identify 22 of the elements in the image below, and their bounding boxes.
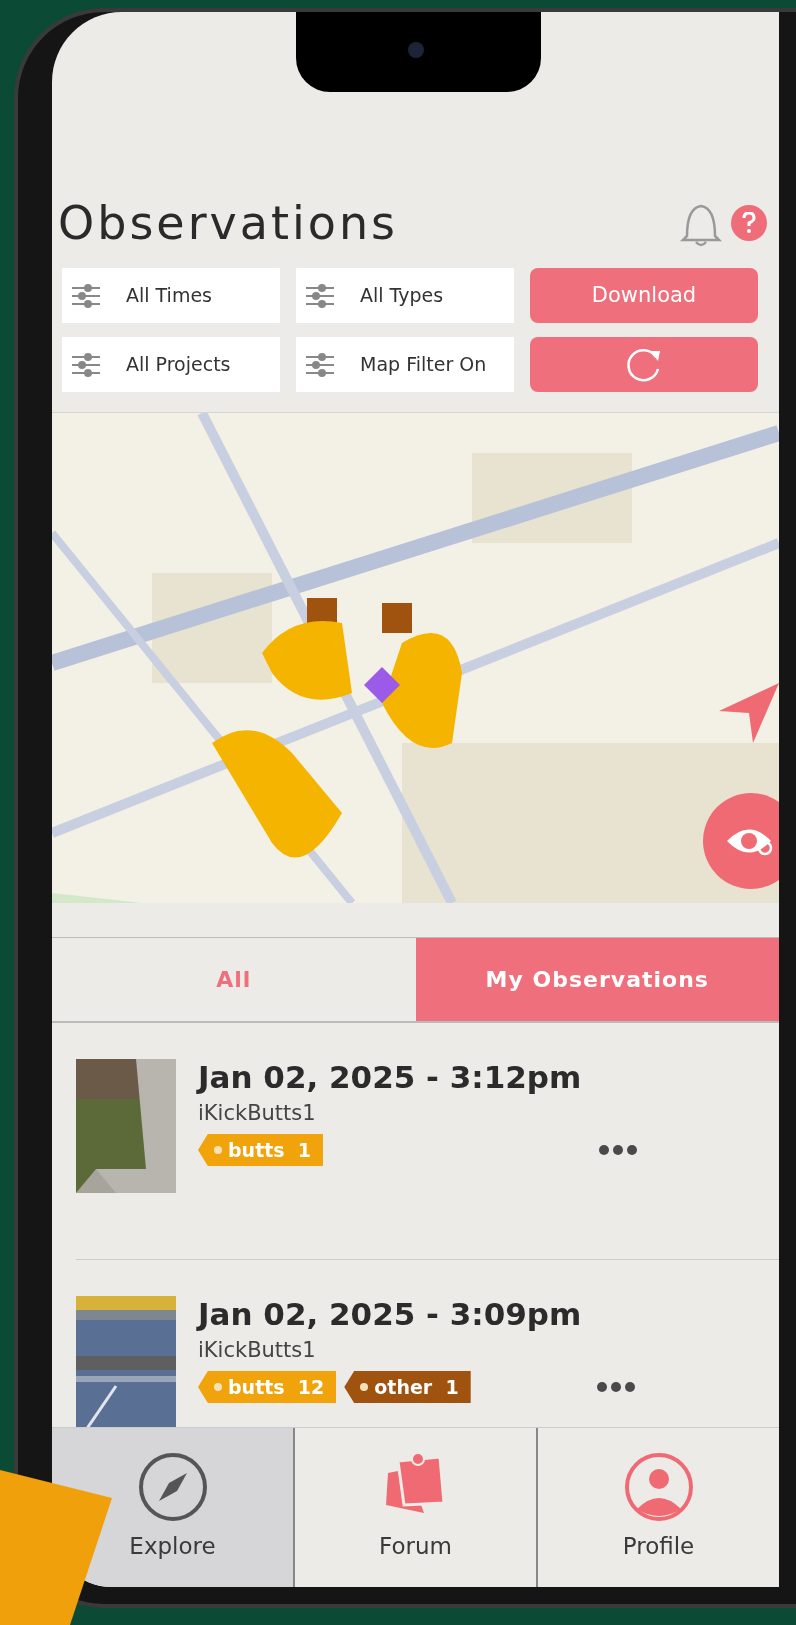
sliders-icon	[306, 283, 334, 308]
sliders-icon	[72, 283, 100, 308]
observation-date: Jan 02, 2025 - 3:09pm	[198, 1296, 583, 1334]
help-icon	[742, 212, 756, 234]
observation-date: Jan 02, 2025 - 3:12pm	[198, 1059, 583, 1097]
username: iKickButts1	[198, 1337, 317, 1365]
filter-dropdown[interactable]: All Types	[296, 268, 514, 323]
tag: butts 1	[198, 1133, 324, 1167]
tag: other 1	[344, 1370, 471, 1404]
page-title: Observations	[58, 200, 400, 246]
profile-icon	[622, 1451, 695, 1524]
tag: butts 12	[198, 1370, 337, 1404]
filter-dropdown[interactable]: All Times	[62, 268, 280, 323]
username: iKickButts1	[198, 1100, 317, 1128]
compass-icon	[136, 1451, 209, 1524]
help-button[interactable]	[731, 205, 767, 241]
filter-dropdown[interactable]: All Projects	[62, 337, 280, 392]
sliders-icon	[306, 352, 334, 377]
camera-icon	[408, 42, 424, 58]
filter-dropdown[interactable]: Map Filter On	[296, 337, 514, 392]
sliders-icon	[72, 352, 100, 377]
refresh-button[interactable]	[530, 337, 758, 392]
